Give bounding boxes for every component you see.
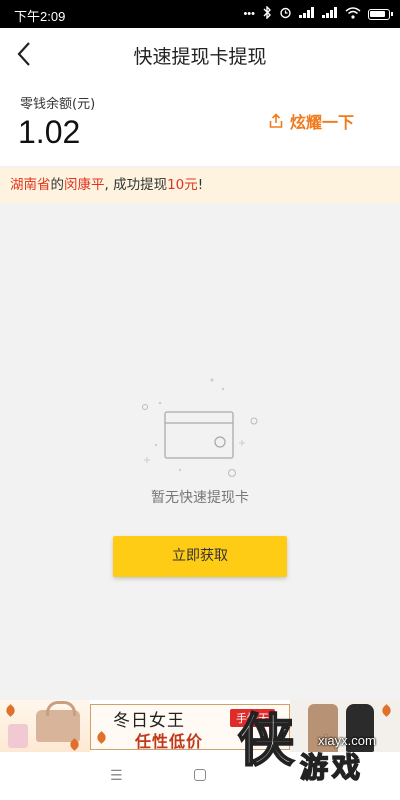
share-icon bbox=[269, 113, 283, 128]
page-title: 快速提现卡提现 bbox=[133, 46, 267, 68]
watermark-logo: 侠 bbox=[237, 709, 295, 774]
notice-of: 的 bbox=[50, 177, 65, 193]
bluetooth-icon bbox=[262, 5, 272, 22]
notification-dots-icon: ••• bbox=[243, 7, 255, 20]
banner-subtitle: 任性低价 bbox=[135, 732, 204, 751]
battery-icon bbox=[368, 8, 393, 20]
handbag-image bbox=[36, 701, 80, 742]
status-icons: ••• bbox=[243, 5, 393, 22]
banner-products-left bbox=[0, 700, 90, 752]
app-header: 快速提现卡提现 bbox=[0, 28, 400, 80]
empty-card-icon bbox=[142, 378, 258, 477]
watermark-name: 游戏 bbox=[299, 751, 365, 784]
notice-end: ! bbox=[197, 177, 204, 193]
status-time: 下午2:09 bbox=[14, 9, 66, 24]
withdraw-notice: 湖南省的闵康平, 成功提现10元! bbox=[0, 168, 400, 203]
maple-leaf-icon bbox=[95, 731, 108, 744]
empty-state-text: 暂无快速提现卡 bbox=[151, 490, 249, 506]
notice-amount: 10元 bbox=[167, 177, 198, 193]
balance-amount: 1.02 bbox=[18, 114, 81, 150]
menu-icon[interactable]: ☰ bbox=[110, 768, 123, 784]
balance-label: 零钱余额(元) bbox=[20, 97, 96, 112]
notice-province: 湖南省 bbox=[10, 177, 51, 193]
watermark-url: xiayx.com bbox=[318, 733, 376, 748]
home-square-icon[interactable] bbox=[194, 769, 206, 781]
notice-name: 闵康平 bbox=[64, 177, 105, 193]
alarm-icon bbox=[279, 6, 292, 22]
balance-section: 零钱余额(元) 1.02 炫耀一下 bbox=[0, 80, 400, 166]
wifi-icon bbox=[345, 6, 361, 22]
maple-leaf-icon bbox=[4, 704, 17, 717]
perfume-bottle-image bbox=[8, 724, 28, 748]
status-bar: 下午2:09 ••• bbox=[0, 0, 400, 28]
get-card-button[interactable]: 立即获取 bbox=[113, 536, 287, 577]
signal-icon-2 bbox=[322, 7, 338, 21]
notice-mid: , 成功提现 bbox=[104, 177, 168, 193]
maple-leaf-icon bbox=[380, 704, 393, 717]
signal-icon bbox=[299, 7, 315, 21]
share-button[interactable]: 炫耀一下 bbox=[268, 109, 354, 133]
share-label: 炫耀一下 bbox=[289, 113, 354, 132]
